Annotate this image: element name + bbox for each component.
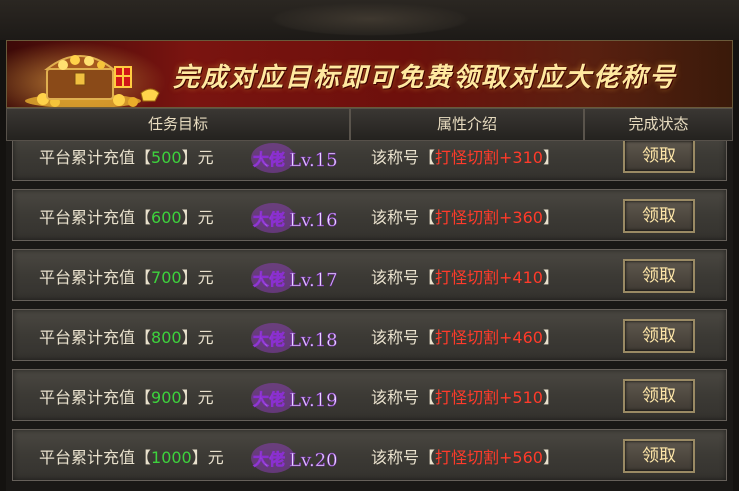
title-rank-badge: 大佬 Lv.15 bbox=[243, 141, 343, 174]
title-rank-badge: 大佬 Lv.20 bbox=[243, 438, 343, 474]
attribute-value: 打怪切割+510 bbox=[435, 388, 543, 407]
rank-level-text: Lv.19 bbox=[289, 390, 338, 411]
reward-row: 平台累计充值【700】元 大佬 Lv.17 该称号【打怪切割+410】 领取 bbox=[12, 249, 727, 301]
title-rank-badge: 大佬 Lv.16 bbox=[243, 198, 343, 234]
recharge-amount: 900 bbox=[151, 388, 182, 407]
banner-title: 完成对应目标即可免费领取对应大佬称号 bbox=[173, 63, 678, 93]
column-status-header: 完成状态 bbox=[628, 115, 689, 133]
attribute-description: 该称号【打怪切割+310】 bbox=[371, 148, 559, 167]
rank-level-text: Lv.17 bbox=[289, 270, 338, 291]
claim-button[interactable]: 领取 bbox=[623, 199, 695, 233]
rank-level-text: Lv.16 bbox=[289, 210, 338, 231]
reward-row: 平台累计充值【800】元 大佬 Lv.18 该称号【打怪切割+460】 领取 bbox=[12, 309, 727, 361]
rank-prefix-text: 大佬 bbox=[253, 390, 285, 409]
recharge-amount: 1000 bbox=[151, 448, 192, 467]
claim-button[interactable]: 领取 bbox=[623, 141, 695, 173]
reward-row: 平台累计充值【600】元 大佬 Lv.16 该称号【打怪切割+360】 领取 bbox=[12, 189, 727, 241]
rank-level-text: Lv.15 bbox=[289, 150, 338, 171]
recharge-amount: 700 bbox=[151, 268, 182, 287]
claim-button[interactable]: 领取 bbox=[623, 319, 695, 353]
claim-button[interactable]: 领取 bbox=[623, 379, 695, 413]
attribute-value: 打怪切割+310 bbox=[435, 148, 543, 167]
title-rank-badge: 大佬 Lv.17 bbox=[243, 258, 343, 294]
attribute-value: 打怪切割+560 bbox=[435, 448, 543, 467]
reward-row: 平台累计充值【900】元 大佬 Lv.19 该称号【打怪切割+510】 领取 bbox=[12, 369, 727, 421]
rank-prefix-text: 大佬 bbox=[253, 210, 285, 229]
recharge-amount: 800 bbox=[151, 328, 182, 347]
attribute-description: 该称号【打怪切割+510】 bbox=[371, 388, 559, 407]
title-rank-badge: 大佬 Lv.19 bbox=[243, 378, 343, 414]
reward-row: 平台累计充值【1000】元 大佬 Lv.20 该称号【打怪切割+560】 领取 bbox=[12, 429, 727, 481]
frame-ornament bbox=[270, 2, 470, 36]
recharge-amount: 600 bbox=[151, 208, 182, 227]
column-task-header: 任务目标 bbox=[147, 115, 208, 133]
table-header: 任务目标 属性介绍 完成状态 bbox=[6, 108, 733, 141]
attribute-description: 该称号【打怪切割+560】 bbox=[371, 448, 559, 467]
attribute-value: 打怪切割+460 bbox=[435, 328, 543, 347]
recharge-amount: 500 bbox=[151, 148, 182, 167]
attribute-value: 打怪切割+410 bbox=[435, 268, 543, 287]
claim-button[interactable]: 领取 bbox=[623, 439, 695, 473]
task-text: 平台累计充值【800】元 bbox=[39, 328, 214, 347]
attribute-description: 该称号【打怪切割+360】 bbox=[371, 208, 559, 227]
rank-level-text: Lv.20 bbox=[289, 450, 338, 471]
rank-prefix-text: 大佬 bbox=[253, 150, 285, 169]
column-attribute-header: 属性介绍 bbox=[436, 115, 497, 133]
attribute-description: 该称号【打怪切割+460】 bbox=[371, 328, 559, 347]
reward-row: 平台累计充值【500】元 大佬 Lv.15 该称号【打怪切割+310】 领取 bbox=[12, 141, 727, 181]
rank-level-text: Lv.18 bbox=[289, 330, 338, 351]
title-rank-badge: 大佬 Lv.18 bbox=[243, 318, 343, 354]
event-banner: 完成对应目标即可免费领取对应大佬称号 bbox=[6, 40, 733, 108]
task-text: 平台累计充值【600】元 bbox=[39, 208, 214, 227]
rank-prefix-text: 大佬 bbox=[253, 270, 285, 289]
rank-prefix-text: 大佬 bbox=[253, 330, 285, 349]
task-text: 平台累计充值【900】元 bbox=[39, 388, 214, 407]
task-text: 平台累计充值【1000】元 bbox=[39, 448, 224, 467]
task-text: 平台累计充值【500】元 bbox=[39, 148, 214, 167]
attribute-description: 该称号【打怪切割+410】 bbox=[371, 268, 559, 287]
claim-button[interactable]: 领取 bbox=[623, 259, 695, 293]
window-frame-top bbox=[0, 0, 739, 40]
attribute-value: 打怪切割+360 bbox=[435, 208, 543, 227]
reward-list[interactable]: 平台累计充值【500】元 大佬 Lv.15 该称号【打怪切割+310】 领取 平台… bbox=[6, 141, 733, 491]
treasure-chest-icon bbox=[25, 55, 160, 107]
rank-prefix-text: 大佬 bbox=[253, 450, 285, 469]
task-text: 平台累计充值【700】元 bbox=[39, 268, 214, 287]
